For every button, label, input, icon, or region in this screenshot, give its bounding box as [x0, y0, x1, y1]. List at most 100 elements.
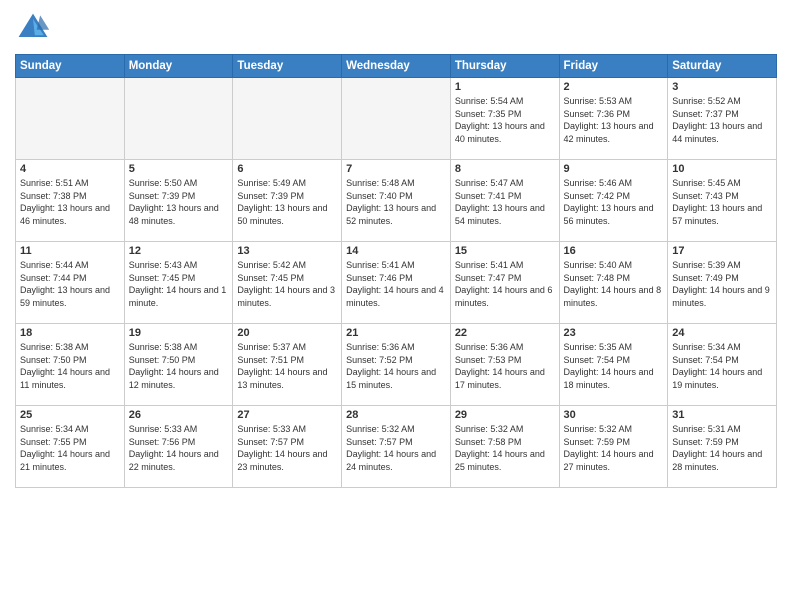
calendar-cell: 22 Sunrise: 5:36 AMSunset: 7:53 PMDayligh… — [450, 324, 559, 406]
day-number: 3 — [672, 81, 772, 93]
calendar-cell: 20 Sunrise: 5:37 AMSunset: 7:51 PMDayligh… — [233, 324, 342, 406]
day-number: 15 — [455, 245, 555, 257]
day-number: 9 — [564, 163, 664, 175]
calendar-cell: 25Sunrise: 5:34 AMSunset: 7:55 PMDayligh… — [16, 406, 125, 488]
day-number: 26 — [129, 409, 229, 421]
calendar-week-2: 4 Sunrise: 5:51 AMSunset: 7:38 PMDaylight… — [16, 160, 777, 242]
day-info: Sunrise: 5:51 AMSunset: 7:38 PMDaylight:… — [20, 177, 120, 227]
day-info: Sunrise: 5:48 AMSunset: 7:40 PMDaylight:… — [346, 177, 446, 227]
day-header-monday: Monday — [124, 55, 233, 78]
day-info: Sunrise: 5:50 AMSunset: 7:39 PMDaylight:… — [129, 177, 229, 227]
day-number: 2 — [564, 81, 664, 93]
day-info: Sunrise: 5:31 AMSunset: 7:59 PMDaylight:… — [672, 423, 772, 473]
calendar-week-3: 11 Sunrise: 5:44 AMSunset: 7:44 PMDayligh… — [16, 242, 777, 324]
calendar-cell: 3Sunrise: 5:52 AMSunset: 7:37 PMDaylight… — [668, 78, 777, 160]
day-info: Sunrise: 5:36 AMSunset: 7:52 PMDaylight:… — [346, 341, 446, 391]
day-number: 19 — [129, 327, 229, 339]
day-header-thursday: Thursday — [450, 55, 559, 78]
calendar-cell — [342, 78, 451, 160]
day-number: 29 — [455, 409, 555, 421]
calendar-cell — [16, 78, 125, 160]
day-number: 4 — [20, 163, 120, 175]
calendar-cell — [233, 78, 342, 160]
header — [15, 10, 777, 46]
day-info: Sunrise: 5:40 AMSunset: 7:48 PMDaylight:… — [564, 259, 664, 309]
calendar-cell: 10 Sunrise: 5:45 AMSunset: 7:43 PMDayligh… — [668, 160, 777, 242]
day-header-wednesday: Wednesday — [342, 55, 451, 78]
logo-icon — [15, 10, 51, 46]
day-number: 22 — [455, 327, 555, 339]
day-number: 14 — [346, 245, 446, 257]
calendar-cell: 23 Sunrise: 5:35 AMSunset: 7:54 PMDayligh… — [559, 324, 668, 406]
calendar-cell: 26 Sunrise: 5:33 AMSunset: 7:56 PMDayligh… — [124, 406, 233, 488]
calendar-cell: 5 Sunrise: 5:50 AMSunset: 7:39 PMDaylight… — [124, 160, 233, 242]
day-info: Sunrise: 5:43 AMSunset: 7:45 PMDaylight:… — [129, 259, 229, 309]
calendar-cell: 19Sunrise: 5:38 AMSunset: 7:50 PMDayligh… — [124, 324, 233, 406]
calendar: SundayMondayTuesdayWednesdayThursdayFrid… — [15, 54, 777, 488]
day-info: Sunrise: 5:45 AMSunset: 7:43 PMDaylight:… — [672, 177, 772, 227]
day-number: 1 — [455, 81, 555, 93]
calendar-cell: 12 Sunrise: 5:43 AMSunset: 7:45 PMDayligh… — [124, 242, 233, 324]
calendar-cell: 15 Sunrise: 5:41 AMSunset: 7:47 PMDayligh… — [450, 242, 559, 324]
day-info: Sunrise: 5:33 AMSunset: 7:56 PMDaylight:… — [129, 423, 229, 473]
calendar-cell: 13Sunrise: 5:42 AMSunset: 7:45 PMDayligh… — [233, 242, 342, 324]
day-number: 8 — [455, 163, 555, 175]
day-number: 27 — [237, 409, 337, 421]
day-info: Sunrise: 5:49 AMSunset: 7:39 PMDaylight:… — [237, 177, 337, 227]
calendar-cell: 7Sunrise: 5:48 AMSunset: 7:40 PMDaylight… — [342, 160, 451, 242]
calendar-cell — [124, 78, 233, 160]
day-info: Sunrise: 5:32 AMSunset: 7:58 PMDaylight:… — [455, 423, 555, 473]
day-info: Sunrise: 5:34 AMSunset: 7:54 PMDaylight:… — [672, 341, 772, 391]
day-header-tuesday: Tuesday — [233, 55, 342, 78]
day-number: 23 — [564, 327, 664, 339]
day-info: Sunrise: 5:47 AMSunset: 7:41 PMDaylight:… — [455, 177, 555, 227]
calendar-cell: 16Sunrise: 5:40 AMSunset: 7:48 PMDayligh… — [559, 242, 668, 324]
day-number: 24 — [672, 327, 772, 339]
calendar-cell: 21 Sunrise: 5:36 AMSunset: 7:52 PMDayligh… — [342, 324, 451, 406]
day-info: Sunrise: 5:36 AMSunset: 7:53 PMDaylight:… — [455, 341, 555, 391]
calendar-cell: 11 Sunrise: 5:44 AMSunset: 7:44 PMDayligh… — [16, 242, 125, 324]
day-number: 5 — [129, 163, 229, 175]
day-number: 18 — [20, 327, 120, 339]
day-info: Sunrise: 5:54 AMSunset: 7:35 PMDaylight:… — [455, 95, 555, 145]
calendar-week-5: 25Sunrise: 5:34 AMSunset: 7:55 PMDayligh… — [16, 406, 777, 488]
day-info: Sunrise: 5:33 AMSunset: 7:57 PMDaylight:… — [237, 423, 337, 473]
page: SundayMondayTuesdayWednesdayThursdayFrid… — [0, 0, 792, 612]
day-number: 12 — [129, 245, 229, 257]
day-number: 20 — [237, 327, 337, 339]
day-info: Sunrise: 5:39 AMSunset: 7:49 PMDaylight:… — [672, 259, 772, 309]
calendar-cell: 9 Sunrise: 5:46 AMSunset: 7:42 PMDaylight… — [559, 160, 668, 242]
day-info: Sunrise: 5:42 AMSunset: 7:45 PMDaylight:… — [237, 259, 337, 309]
day-info: Sunrise: 5:44 AMSunset: 7:44 PMDaylight:… — [20, 259, 120, 309]
calendar-cell: 30 Sunrise: 5:32 AMSunset: 7:59 PMDayligh… — [559, 406, 668, 488]
day-info: Sunrise: 5:38 AMSunset: 7:50 PMDaylight:… — [20, 341, 120, 391]
day-info: Sunrise: 5:35 AMSunset: 7:54 PMDaylight:… — [564, 341, 664, 391]
calendar-cell: 31 Sunrise: 5:31 AMSunset: 7:59 PMDayligh… — [668, 406, 777, 488]
calendar-cell: 28Sunrise: 5:32 AMSunset: 7:57 PMDayligh… — [342, 406, 451, 488]
logo — [15, 10, 55, 46]
day-number: 10 — [672, 163, 772, 175]
day-header-sunday: Sunday — [16, 55, 125, 78]
calendar-cell: 1 Sunrise: 5:54 AMSunset: 7:35 PMDaylight… — [450, 78, 559, 160]
calendar-cell: 8 Sunrise: 5:47 AMSunset: 7:41 PMDaylight… — [450, 160, 559, 242]
day-info: Sunrise: 5:41 AMSunset: 7:47 PMDaylight:… — [455, 259, 555, 309]
day-info: Sunrise: 5:46 AMSunset: 7:42 PMDaylight:… — [564, 177, 664, 227]
calendar-cell: 17Sunrise: 5:39 AMSunset: 7:49 PMDayligh… — [668, 242, 777, 324]
day-number: 11 — [20, 245, 120, 257]
day-number: 30 — [564, 409, 664, 421]
day-info: Sunrise: 5:41 AMSunset: 7:46 PMDaylight:… — [346, 259, 446, 309]
calendar-cell: 4 Sunrise: 5:51 AMSunset: 7:38 PMDaylight… — [16, 160, 125, 242]
day-header-saturday: Saturday — [668, 55, 777, 78]
calendar-cell: 24 Sunrise: 5:34 AMSunset: 7:54 PMDayligh… — [668, 324, 777, 406]
day-info: Sunrise: 5:37 AMSunset: 7:51 PMDaylight:… — [237, 341, 337, 391]
calendar-cell: 27 Sunrise: 5:33 AMSunset: 7:57 PMDayligh… — [233, 406, 342, 488]
calendar-cell: 6Sunrise: 5:49 AMSunset: 7:39 PMDaylight… — [233, 160, 342, 242]
day-number: 28 — [346, 409, 446, 421]
day-number: 21 — [346, 327, 446, 339]
day-number: 25 — [20, 409, 120, 421]
calendar-week-1: 1 Sunrise: 5:54 AMSunset: 7:35 PMDaylight… — [16, 78, 777, 160]
day-header-friday: Friday — [559, 55, 668, 78]
day-number: 31 — [672, 409, 772, 421]
day-info: Sunrise: 5:53 AMSunset: 7:36 PMDaylight:… — [564, 95, 664, 145]
day-info: Sunrise: 5:32 AMSunset: 7:59 PMDaylight:… — [564, 423, 664, 473]
